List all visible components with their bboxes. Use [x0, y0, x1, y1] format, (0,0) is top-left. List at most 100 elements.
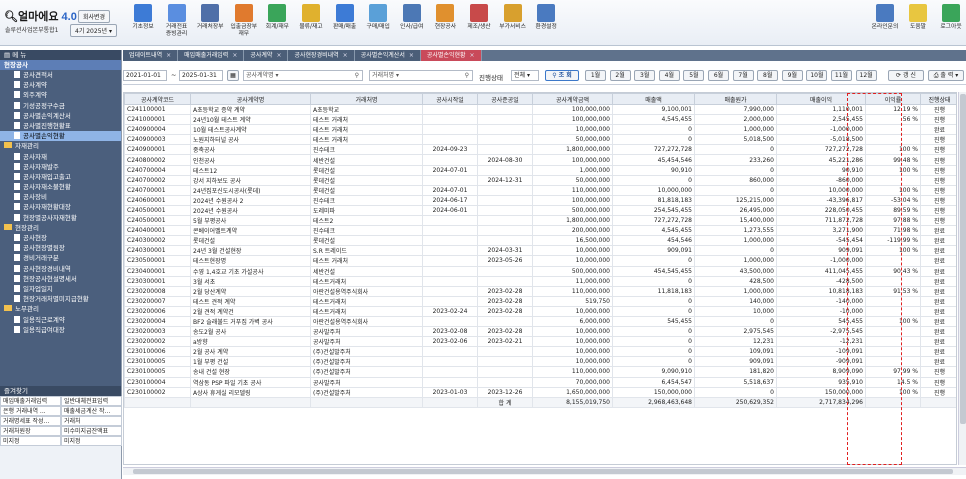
month-button[interactable]: 10월	[806, 70, 828, 81]
column-header[interactable]: 공사계약명	[190, 93, 311, 105]
sidebar-item[interactable]: 공사현장별원장	[0, 243, 121, 253]
close-icon[interactable]: ×	[232, 52, 237, 59]
sidebar-item[interactable]: 현장별공사자재현황	[0, 213, 121, 223]
close-icon[interactable]: ×	[166, 52, 171, 59]
favorite-item[interactable]: 미수미지급잔액표	[61, 426, 122, 436]
sidebar-section-title[interactable]: 현장공사	[0, 60, 121, 70]
tab[interactable]: 공사계약 ×	[244, 50, 289, 61]
favorite-item[interactable]: 거래처원장	[0, 426, 61, 436]
column-header[interactable]: 매출이익	[776, 93, 866, 105]
change-company-button[interactable]: 회사변경	[78, 10, 111, 23]
date-from-input[interactable]: 2021-01-01	[123, 70, 167, 81]
column-header[interactable]: 공사계약금액	[532, 93, 613, 105]
table-row[interactable]: C230200006 2월 견적 계약건 테스트거래처 2023-02-24 2023-…	[124, 305, 956, 317]
table-row[interactable]: C240300002 롯데건설 롯데건설 16,500,000 454,546 1,000…	[124, 235, 956, 247]
table-row[interactable]: C230200008 2월 당산계약 아란건설용역주식회사 2023-02-28 110…	[124, 285, 956, 297]
table-row[interactable]: C240900004 10월 테스트공사계약 테스트 거래처 10,000,000 0 1…	[124, 124, 956, 136]
table-row[interactable]: C240700001 24년집포신도시공사(롯데) 롯데건설 2024-07-01 11…	[124, 184, 956, 196]
favorite-item[interactable]: 미지정	[0, 436, 61, 446]
sidebar-item[interactable]: 공사계약	[0, 80, 121, 90]
column-header[interactable]: 공사계약코드	[124, 93, 191, 105]
toolbar-right-button-0[interactable]: 온라인문의	[868, 4, 902, 31]
toolbar-right-button-1[interactable]: 도움말	[901, 4, 935, 31]
close-icon[interactable]: ×	[409, 52, 414, 59]
close-icon[interactable]: ×	[276, 52, 281, 59]
sidebar-item[interactable]: 외주계약	[0, 90, 121, 100]
toolbar-button-10[interactable]: 제조/생산	[462, 4, 496, 31]
sidebar-item[interactable]: 자재관리	[0, 141, 121, 151]
sidebar-item[interactable]: 현장관리	[0, 223, 121, 233]
toolbar-button-4[interactable]: 회계/재무	[260, 4, 294, 31]
favorite-item[interactable]: 일반대체전표입력	[61, 396, 122, 406]
column-header[interactable]: 이익률	[865, 93, 921, 105]
table-row[interactable]: C230100005 송내 건설 현장 (주)건설발주처 110,000,000 9,0…	[124, 366, 956, 378]
print-button[interactable]: ⎙ 출 력 ▾	[928, 70, 964, 81]
sidebar-item[interactable]: 노무관리	[0, 304, 121, 314]
toolbar-button-2[interactable]: 거래처장부	[193, 4, 227, 31]
favorite-item[interactable]: 거래명세표 작성...	[0, 416, 61, 426]
toolbar-button-0[interactable]: 기초정보	[126, 4, 160, 31]
toolbar-button-3[interactable]: 입출금장부 재무	[227, 4, 261, 38]
table-row[interactable]: C240300001 24년 3월 건설현장 S.R 트레이드 2024-03-31 1…	[124, 245, 956, 257]
table-row[interactable]: C240600001 2024년 수원공사 2 진수테크 2024-06-17 100,…	[124, 194, 956, 206]
sidebar-item[interactable]: 경비거래구분	[0, 253, 121, 263]
sidebar-item[interactable]: 공사자재입고출고	[0, 172, 121, 182]
column-header[interactable]: 매출액	[612, 93, 695, 105]
sidebar-item[interactable]: 공사별손익현황	[0, 131, 121, 142]
contract-search-input[interactable]: 공사계약명 ▾ ⚲	[243, 70, 363, 81]
sidebar-item[interactable]: 기성공정구수금	[0, 101, 121, 111]
close-icon[interactable]: ×	[343, 52, 348, 59]
month-button[interactable]: 12월	[855, 70, 877, 81]
column-header[interactable]: 거래처명	[310, 93, 423, 105]
table-row[interactable]: C240700004 테스트12 롯데건설 2024-07-01 1,000,000 90…	[124, 164, 956, 176]
sidebar-item[interactable]: 일자업일지	[0, 284, 121, 294]
table-row[interactable]: C240500001 2024년 수원공사 도레미파 2024-06-01 500,00…	[124, 204, 956, 217]
scroll-thumb[interactable]	[133, 469, 953, 474]
month-button[interactable]: 5월	[683, 70, 705, 81]
favorite-item[interactable]: 매입매출거래입력	[0, 396, 61, 406]
table-row[interactable]: C240900003 노원지하터널 공사 테스트 거래처 50,000,000 0 5,0…	[124, 134, 956, 146]
column-header[interactable]: 공사준공일	[477, 93, 533, 105]
table-row[interactable]: C230200004 BF2 슬래불드 거푸집 가벽 공사 아란건설용역주식회사 6,…	[124, 315, 956, 328]
month-button[interactable]: 8월	[757, 70, 779, 81]
table-row[interactable]: C240700002 강서 지하보도 공사 롯데건설 2024-12-31 50,000…	[124, 174, 956, 186]
month-button[interactable]: 6월	[708, 70, 729, 81]
scroll-thumb[interactable]	[960, 94, 966, 424]
toolbar-button-1[interactable]: 거래전표 증빙관리	[160, 4, 194, 38]
sidebar-item[interactable]: 공사자재	[0, 152, 121, 162]
sidebar-item[interactable]: 공사현장경비내역	[0, 264, 121, 274]
table-row[interactable]: C240500001 5월 부평공사 테스트2 1,800,000,000 727,27…	[124, 215, 956, 227]
month-button[interactable]: 1월	[585, 70, 606, 81]
table-row[interactable]: C241000001 24년10월 테스트 계약 테스트 거래처 100,000,00…	[124, 114, 956, 126]
tab[interactable]: 업데이트내역 ×	[123, 50, 179, 61]
table-row[interactable]: C240400001 콘베이어벨트계약 진수테크 200,000,000 4,545,4…	[124, 225, 956, 237]
fiscal-period-select[interactable]: 4기 2025년 ▾	[70, 24, 117, 37]
table-row[interactable]: C230100002 A상사 휴게실 리모델링 (주)건설발주처 2023-01-03…	[124, 386, 956, 398]
vertical-scrollbar[interactable]	[958, 92, 966, 465]
sidebar-item[interactable]: 공사견적서	[0, 70, 121, 80]
favorite-item[interactable]: 은행 거래내역 ...	[0, 406, 61, 416]
sidebar-item[interactable]: 공사현장	[0, 233, 121, 243]
table-row[interactable]: C230200003 송도2월 공사 공사발주처 2023-02-08 2023-02-…	[124, 326, 956, 338]
date-to-input[interactable]: 2025-01-31	[179, 70, 223, 81]
sidebar-item[interactable]: 공사자재발주	[0, 162, 121, 172]
sidebar-item[interactable]: 공사장비	[0, 192, 121, 202]
sidebar-item[interactable]: 공사자재소불현황	[0, 182, 121, 192]
tab[interactable]: 공사별손익현황 ×	[420, 50, 482, 61]
favorite-item[interactable]: 미지정	[61, 436, 122, 446]
table-row[interactable]: C230400001 수영 1,4호교 기초 가설공사 세반건설 500,000,00…	[124, 265, 956, 277]
sidebar-item[interactable]: 일용직근로계약	[0, 315, 121, 325]
search-button[interactable]: ⚲ 조 회	[545, 70, 579, 81]
month-button[interactable]: 11월	[831, 70, 852, 81]
refresh-button[interactable]: ⟳ 갱 신	[888, 70, 924, 81]
month-button[interactable]: 2월	[609, 70, 631, 81]
horizontal-scrollbar[interactable]	[123, 467, 966, 475]
favorite-item[interactable]: 매출세금계산 작...	[61, 406, 122, 416]
toolbar-button-6[interactable]: 판매/매출	[328, 4, 362, 31]
table-row[interactable]: C230100006 2월 공사 계약 (주)건설발주처 10,000,000 0 109…	[124, 346, 956, 358]
column-header[interactable]: 공사시작일	[422, 93, 478, 105]
toolbar-button-8[interactable]: 인사/급여	[395, 4, 429, 31]
sidebar-item[interactable]: 공사자재현황대장	[0, 202, 121, 212]
month-button[interactable]: 7월	[732, 70, 754, 81]
client-search-input[interactable]: 거래처명 ▾ ⚲	[369, 70, 473, 81]
